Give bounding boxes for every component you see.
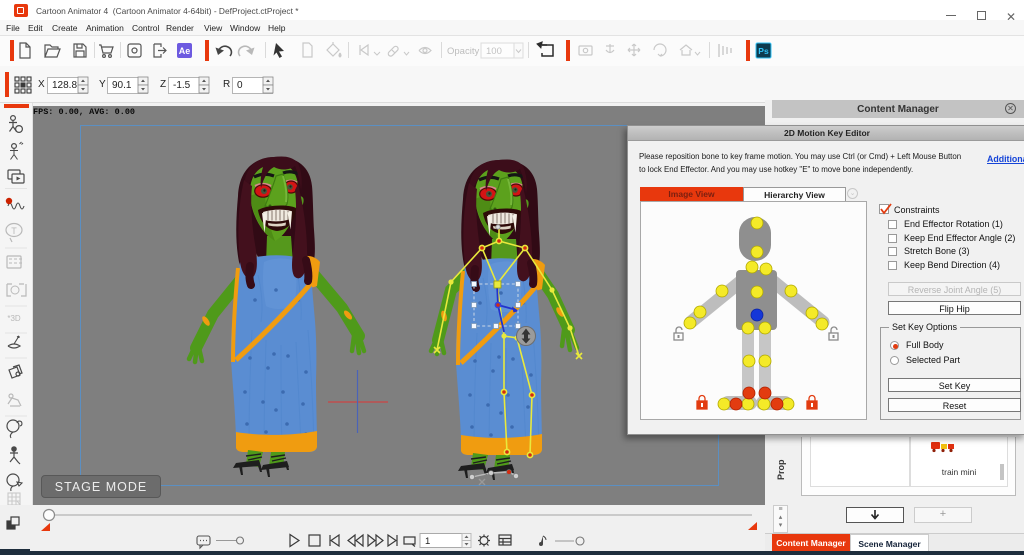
svg-text:100: 100 <box>486 46 502 57</box>
svg-text:T: T <box>11 226 17 236</box>
svg-text:Opacity :: Opacity : <box>447 46 485 57</box>
svg-text:Ae: Ae <box>179 46 191 56</box>
svg-text:Ps: Ps <box>758 46 769 56</box>
svg-text:1: 1 <box>425 536 430 547</box>
svg-text:*3D: *3D <box>7 314 21 323</box>
